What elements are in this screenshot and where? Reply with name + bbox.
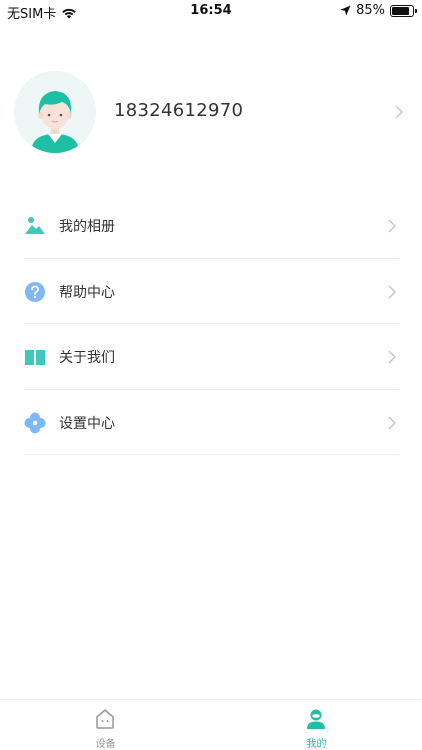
- album-icon: [25, 217, 45, 234]
- profile-header[interactable]: 18324612970: [14, 71, 410, 153]
- menu-item-label: 帮助中心: [59, 284, 115, 301]
- menu-item-label: 关于我们: [59, 350, 115, 366]
- battery-percent: 85%: [356, 3, 385, 18]
- battery-fill: [392, 6, 409, 15]
- phone-number: 18324612970: [114, 100, 244, 121]
- status-right: 85%: [340, 3, 417, 18]
- menu-list: 我的相册 帮助中心 关于我们 设置中心: [24, 193, 399, 455]
- settings-flower-icon: [24, 412, 46, 433]
- profile-icon: [307, 709, 325, 729]
- user-avatar-icon[interactable]: [14, 71, 96, 153]
- device-home-icon: [96, 709, 114, 729]
- status-bar: 无SIM卡 16:54 85%: [0, 0, 422, 22]
- menu-item-settings[interactable]: 设置中心: [24, 390, 399, 455]
- tab-bar: 设备 我的: [0, 699, 422, 750]
- tab-mine[interactable]: 我的: [211, 700, 422, 750]
- book-icon: [25, 350, 45, 365]
- tab-label-devices: 设备: [95, 739, 116, 750]
- tab-devices[interactable]: 设备: [0, 700, 211, 750]
- battery-icon: [390, 4, 417, 17]
- menu-item-help[interactable]: 帮助中心: [24, 259, 399, 324]
- profile-chevron-right-icon[interactable]: [394, 105, 404, 119]
- tab-label-mine: 我的: [306, 739, 327, 750]
- chevron-right-icon: [388, 285, 396, 298]
- menu-item-label: 我的相册: [59, 219, 115, 235]
- chevron-right-icon: [388, 219, 396, 233]
- help-icon: [25, 281, 45, 302]
- menu-item-label: 设置中心: [59, 415, 115, 432]
- menu-item-about[interactable]: 关于我们: [24, 324, 399, 390]
- chevron-right-icon: [388, 350, 396, 364]
- menu-item-album[interactable]: 我的相册: [24, 193, 399, 259]
- chevron-right-icon: [388, 416, 396, 429]
- location-arrow-icon: [340, 5, 351, 16]
